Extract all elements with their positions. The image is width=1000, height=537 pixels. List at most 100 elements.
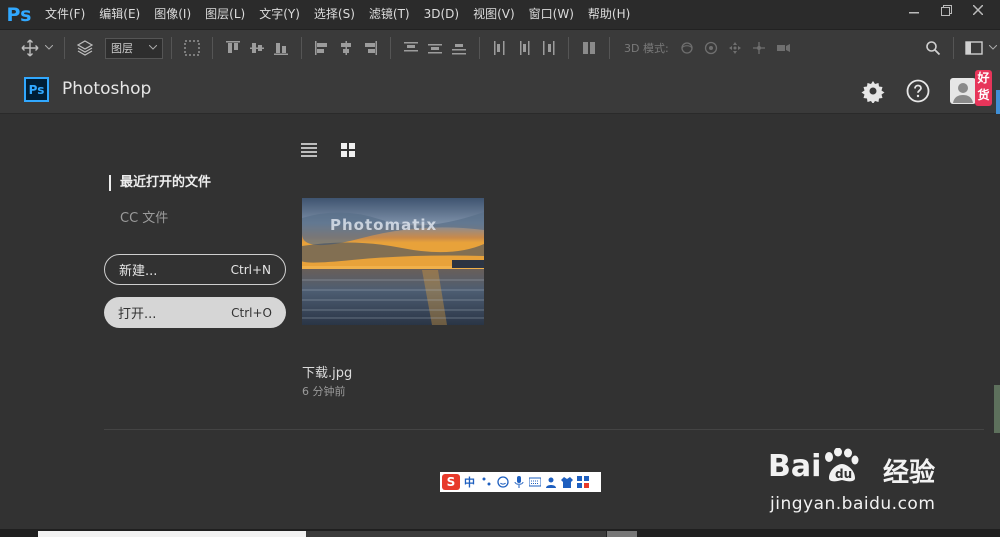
divider (171, 37, 172, 59)
divider (390, 37, 391, 59)
user-icon[interactable] (545, 476, 557, 488)
ime-lang[interactable]: 中 (464, 474, 475, 490)
new-button[interactable]: 新建... Ctrl+N (104, 254, 286, 285)
grid-view-icon[interactable] (341, 142, 355, 157)
paw-icon: du (825, 447, 859, 482)
align-top-icon[interactable] (223, 38, 243, 58)
taskbar-item[interactable] (306, 531, 606, 537)
window-controls (898, 0, 994, 22)
close-icon[interactable] (962, 0, 994, 20)
emoji-icon[interactable] (497, 476, 509, 488)
align-vcenter-icon[interactable] (247, 38, 267, 58)
menu-file[interactable]: 文件(F) (38, 0, 92, 29)
menu-layer[interactable]: 图层(L) (198, 0, 252, 29)
list-view-icon[interactable] (301, 142, 317, 157)
thumbnail-watermark: Photomatix (330, 216, 438, 234)
3d-roll-icon[interactable] (701, 38, 721, 58)
menu-view[interactable]: 视图(V) (466, 0, 522, 29)
recent-file-thumbnail[interactable]: Photomatix (302, 198, 484, 325)
toolbox-icon[interactable] (577, 476, 589, 488)
account-icon[interactable] (950, 78, 976, 104)
menu-help[interactable]: 帮助(H) (581, 0, 637, 29)
divider (104, 429, 984, 430)
nav-recent-files[interactable]: 最近打开的文件 (109, 175, 211, 191)
menu-image[interactable]: 图像(I) (147, 0, 198, 29)
divider (609, 37, 610, 59)
chevron-down-icon (149, 45, 157, 50)
promo-badge[interactable]: 好货 (975, 70, 992, 106)
divider (479, 37, 480, 59)
layer-select-label: 图层 (111, 42, 133, 55)
distribute-bottom-icon[interactable] (449, 38, 469, 58)
svg-text:du: du (835, 467, 852, 481)
scroll-indicator (996, 90, 1000, 114)
open-button[interactable]: 打开... Ctrl+O (104, 297, 286, 328)
divider (212, 37, 213, 59)
3d-orbit-icon[interactable] (677, 38, 697, 58)
watermark-logo: Bai du (768, 447, 861, 484)
watermark-suffix: 经验 (883, 458, 936, 488)
divider (64, 37, 65, 59)
chevron-down-icon[interactable] (44, 38, 54, 58)
distribute-top-icon[interactable] (401, 38, 421, 58)
menu-window[interactable]: 窗口(W) (522, 0, 581, 29)
minimize-icon[interactable] (898, 0, 930, 20)
gear-icon[interactable] (860, 78, 886, 104)
menu-filter[interactable]: 滤镜(T) (362, 0, 417, 29)
workspace-icon[interactable] (964, 38, 984, 58)
help-icon[interactable] (905, 78, 931, 104)
auto-align-icon[interactable] (579, 38, 599, 58)
skin-icon[interactable] (561, 476, 573, 488)
open-button-label: 打开... (118, 307, 157, 322)
punctuation-icon[interactable] (481, 476, 493, 488)
start-header: Ps Photoshop (0, 66, 1000, 114)
recent-file-name[interactable]: 下载.jpg (302, 362, 352, 381)
align-left-icon[interactable] (312, 38, 332, 58)
auto-select-icon[interactable] (75, 38, 95, 58)
keyboard-icon[interactable] (529, 476, 541, 488)
layer-select[interactable]: 图层 (105, 37, 163, 59)
menu-bar: Ps 文件(F) 编辑(E) 图像(I) 图层(L) 文字(Y) 选择(S) 滤… (0, 0, 1000, 29)
ime-logo-icon[interactable]: S (442, 474, 460, 490)
align-bottom-icon[interactable] (271, 38, 291, 58)
app-name: Photoshop (62, 79, 152, 99)
3d-slide-icon[interactable] (749, 38, 769, 58)
side-marker (994, 385, 1000, 433)
distribute-vcenter-icon[interactable] (425, 38, 445, 58)
3d-scale-icon[interactable] (773, 38, 793, 58)
distribute-right-icon[interactable] (538, 38, 558, 58)
restore-icon[interactable] (930, 0, 962, 20)
ime-toolbar: S 中 (440, 472, 601, 492)
distribute-hcenter-icon[interactable] (514, 38, 534, 58)
chevron-down-icon[interactable] (988, 38, 998, 58)
watermark-logo-text: Bai (768, 449, 822, 484)
taskbar-item[interactable] (38, 531, 306, 537)
transform-controls-icon[interactable] (182, 38, 202, 58)
menu-edit[interactable]: 编辑(E) (92, 0, 147, 29)
search-icon[interactable] (923, 38, 943, 58)
watermark-url: jingyan.baidu.com (770, 494, 936, 514)
nav-cc-files[interactable]: CC 文件 (120, 207, 168, 226)
taskbar-item[interactable] (607, 531, 637, 537)
new-button-label: 新建... (119, 264, 158, 279)
recent-file-time: 6 分钟前 (302, 385, 346, 398)
menu-select[interactable]: 选择(S) (307, 0, 362, 29)
new-shortcut: Ctrl+N (230, 262, 271, 277)
distribute-left-icon[interactable] (490, 38, 510, 58)
open-shortcut: Ctrl+O (231, 305, 272, 320)
menu-type[interactable]: 文字(Y) (252, 0, 307, 29)
divider (953, 37, 954, 59)
align-right-icon[interactable] (360, 38, 380, 58)
photoshop-logo: Ps (6, 3, 32, 26)
photoshop-badge-icon: Ps (24, 77, 49, 102)
taskbar (0, 529, 1000, 537)
microphone-icon[interactable] (513, 476, 525, 488)
3d-pan-icon[interactable] (725, 38, 745, 58)
divider (301, 37, 302, 59)
divider (568, 37, 569, 59)
move-tool-icon[interactable] (20, 38, 40, 58)
menu-3d[interactable]: 3D(D) (417, 0, 466, 29)
3d-mode-label: 3D 模式: (624, 42, 669, 55)
align-hcenter-icon[interactable] (336, 38, 356, 58)
options-bar: 图层 3D 模式: (0, 29, 1000, 66)
